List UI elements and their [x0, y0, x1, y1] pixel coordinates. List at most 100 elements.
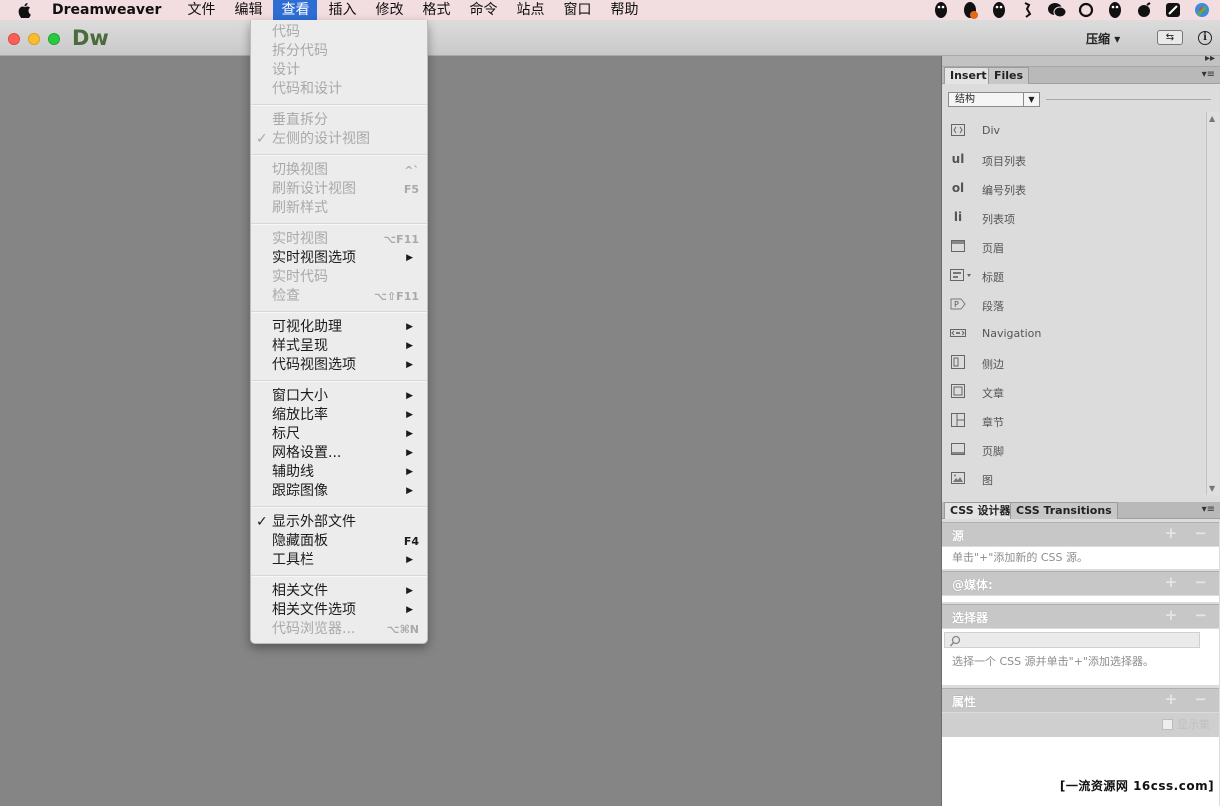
show-set-checkbox[interactable]: 显示集	[1162, 716, 1210, 732]
add-remove-selector-buttons[interactable]: + −	[1165, 606, 1213, 624]
insert-item-aside[interactable]: 侧边	[942, 348, 1204, 377]
insert-item-heading[interactable]: 标题	[942, 261, 1204, 290]
close-window-button[interactable]	[8, 33, 20, 45]
insert-item-paragraph[interactable]: P 段落	[942, 290, 1204, 319]
menu-item-related-files[interactable]: 相关文件 ▶	[251, 582, 427, 601]
insert-panel-scrollbar[interactable]: ▲ ▼	[1206, 112, 1219, 495]
insert-item-div[interactable]: Div	[942, 116, 1204, 145]
collapse-icon[interactable]: ▸▸	[1205, 53, 1215, 64]
status-tray	[931, 0, 1212, 20]
insert-item-header[interactable]: 页眉	[942, 232, 1204, 261]
menu-item-rulers[interactable]: 标尺 ▶	[251, 425, 427, 444]
menu-window[interactable]: 窗口	[555, 0, 599, 20]
insert-item-footer[interactable]: 页脚	[942, 435, 1204, 464]
menu-item-inspect[interactable]: 检查 ⌥⇧F11	[251, 287, 427, 306]
apple-icon[interactable]	[18, 2, 34, 18]
insert-item-figure[interactable]: 图	[942, 464, 1204, 493]
menu-insert[interactable]: 插入	[320, 0, 364, 20]
panel-collapse-strip[interactable]: ▸▸	[942, 53, 1220, 67]
menu-item-related-files-options[interactable]: 相关文件选项 ▶	[251, 601, 427, 620]
insert-item-section[interactable]: 章节	[942, 406, 1204, 435]
menu-item-window-size[interactable]: 窗口大小 ▶	[251, 387, 427, 406]
menu-item-magnification[interactable]: 缩放比率 ▶	[251, 406, 427, 425]
menu-item-design[interactable]: 设计	[251, 61, 427, 80]
menu-item-toolbars[interactable]: 工具栏 ▶	[251, 551, 427, 570]
dw-logo: Dw	[72, 26, 109, 50]
workspace-switcher[interactable]: 压缩 ▾	[1086, 30, 1120, 47]
menu-item-live-code[interactable]: 实时代码	[251, 268, 427, 287]
bomb-icon[interactable]	[1134, 0, 1154, 20]
menu-item-code-view-options[interactable]: 代码视图选项 ▶	[251, 356, 427, 375]
chevron-down-icon: ▾	[1114, 32, 1121, 46]
add-remove-source-buttons[interactable]: + −	[1165, 524, 1213, 542]
menu-item-switch-views[interactable]: 切换视图 ^`	[251, 161, 427, 180]
insert-item-navigation[interactable]: Navigation	[942, 319, 1204, 348]
workspace-label: 压缩	[1086, 32, 1111, 46]
menu-item-hide-panels[interactable]: 隐藏面板 F4	[251, 532, 427, 551]
edit-icon[interactable]	[1163, 0, 1183, 20]
document-workspace	[0, 56, 940, 806]
menu-item-code-navigator[interactable]: 代码浏览器... ⌥⌘N	[251, 620, 427, 639]
submenu-arrow-icon: ▶	[406, 555, 413, 565]
info-icon[interactable]: i	[1198, 31, 1212, 45]
phone-icon[interactable]	[1018, 0, 1038, 20]
insert-item-ol[interactable]: ol 编号列表	[942, 174, 1204, 203]
tab-insert[interactable]: Insert	[944, 67, 993, 84]
menu-format[interactable]: 格式	[414, 0, 458, 20]
checkbox[interactable]	[1162, 718, 1173, 730]
menu-item-split-code[interactable]: 拆分代码	[251, 42, 427, 61]
selector-filter-input[interactable]	[944, 632, 1200, 648]
sync-settings-button[interactable]: ⇆	[1157, 30, 1183, 45]
tab-css-designer[interactable]: CSS 设计器	[944, 502, 1017, 519]
menu-item-style-rendering[interactable]: 样式呈现 ▶	[251, 337, 427, 356]
circle-icon[interactable]	[1076, 0, 1096, 20]
menu-modify[interactable]: 修改	[367, 0, 411, 20]
tab-files[interactable]: Files	[988, 67, 1030, 84]
minimize-window-button[interactable]	[28, 33, 40, 45]
menu-item-guides[interactable]: 辅助线 ▶	[251, 463, 427, 482]
submenu-arrow-icon: ▶	[406, 448, 413, 458]
zoom-window-button[interactable]	[48, 33, 60, 45]
add-remove-property-buttons[interactable]: + −	[1165, 690, 1213, 708]
menu-edit[interactable]: 编辑	[226, 0, 270, 20]
qq-penguin-icon[interactable]	[989, 0, 1009, 20]
insert-item-article[interactable]: 文章	[942, 377, 1204, 406]
panel-menu-icon[interactable]: ▾≡	[1202, 502, 1215, 518]
menu-item-show-external-files[interactable]: ✓ 显示外部文件	[251, 513, 427, 532]
qq-penguin-icon[interactable]	[1105, 0, 1125, 20]
add-remove-media-buttons[interactable]: + −	[1165, 573, 1213, 591]
menu-help[interactable]: 帮助	[602, 0, 646, 20]
app-name-menu[interactable]: Dreamweaver	[52, 2, 161, 18]
tab-css-transitions[interactable]: CSS Transitions	[1010, 502, 1118, 519]
menu-view[interactable]: 查看	[273, 0, 318, 20]
scroll-up-icon[interactable]: ▲	[1209, 114, 1215, 123]
menu-item-refresh-design[interactable]: 刷新设计视图 F5	[251, 180, 427, 199]
menu-item-code[interactable]: 代码	[251, 23, 427, 42]
submenu-arrow-icon: ▶	[406, 391, 413, 401]
browser-icon[interactable]	[1192, 0, 1212, 20]
menu-separator	[251, 311, 427, 313]
menu-commands[interactable]: 命令	[461, 0, 505, 20]
menu-site[interactable]: 站点	[508, 0, 552, 20]
macos-menu-bar: Dreamweaver 文件 编辑 查看 插入 修改 格式 命令 站点 窗口 帮…	[0, 0, 1220, 20]
insert-item-ul[interactable]: ul 项目列表	[942, 145, 1204, 174]
menu-file[interactable]: 文件	[179, 0, 223, 20]
insert-item-li[interactable]: li 列表项	[942, 203, 1204, 232]
qq-penguin-icon[interactable]	[960, 0, 980, 20]
menu-item-vertical-split[interactable]: 垂直拆分	[251, 111, 427, 130]
qq-penguin-icon[interactable]	[931, 0, 951, 20]
menu-item-refresh-styles[interactable]: 刷新样式	[251, 199, 427, 218]
menu-item-tracing-image[interactable]: 跟踪图像 ▶	[251, 482, 427, 501]
menu-item-grid-settings[interactable]: 网格设置... ▶	[251, 444, 427, 463]
menu-item-live-view[interactable]: 实时视图 ⌥F11	[251, 230, 427, 249]
menu-item-live-view-options[interactable]: 实时视图选项 ▶	[251, 249, 427, 268]
ol-icon: ol	[951, 181, 965, 195]
menu-item-visual-aids[interactable]: 可视化助理 ▶	[251, 318, 427, 337]
checkmark-icon: ✓	[256, 514, 268, 530]
scroll-down-icon[interactable]: ▼	[1209, 484, 1215, 493]
panel-menu-icon[interactable]: ▾≡	[1202, 67, 1215, 83]
wechat-icon[interactable]	[1047, 0, 1067, 20]
insert-category-select[interactable]: 结构 ▼	[948, 92, 1040, 107]
menu-item-design-on-left[interactable]: ✓ 左侧的设计视图	[251, 130, 427, 149]
menu-item-code-and-design[interactable]: 代码和设计	[251, 80, 427, 99]
